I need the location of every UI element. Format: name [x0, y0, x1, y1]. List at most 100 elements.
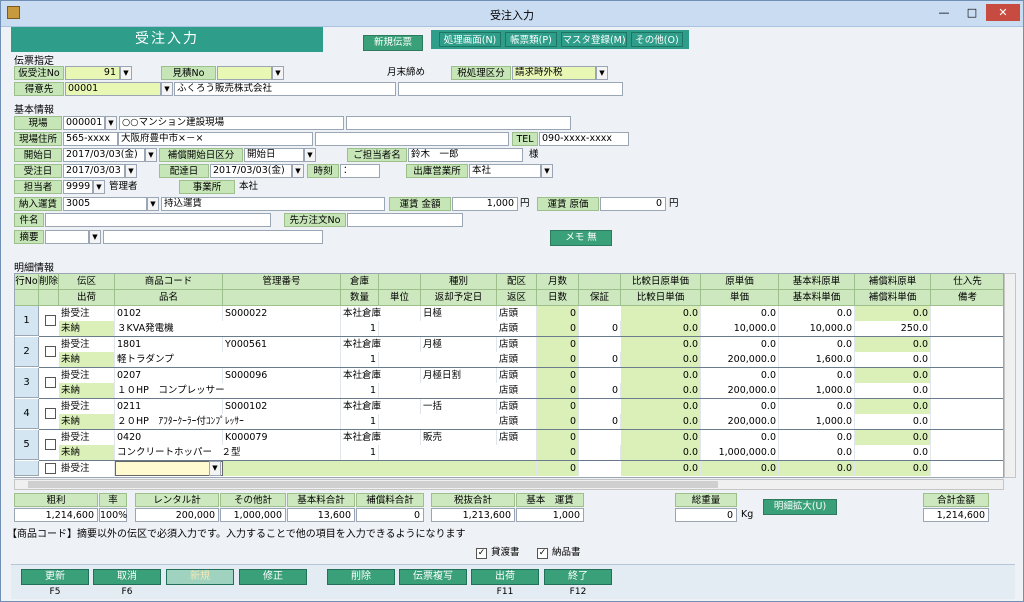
delete-checkbox[interactable]: [45, 346, 56, 357]
new-row-months[interactable]: 0: [537, 461, 579, 476]
row-comp-price[interactable]: 0.0: [855, 445, 931, 460]
footer-button-6[interactable]: 伝票複写: [399, 569, 467, 585]
grid-hscrollbar[interactable]: [14, 479, 1004, 490]
new-row-code-input[interactable]: [115, 461, 223, 476]
row-kind[interactable]: 掛受注: [59, 399, 115, 414]
row-months[interactable]: 0: [537, 337, 579, 352]
row-compare-cost[interactable]: 0.0: [621, 430, 701, 445]
row-type[interactable]: 一括: [421, 399, 497, 414]
row-compare-price[interactable]: 0.0: [621, 321, 701, 336]
row-number[interactable]: 1: [15, 306, 39, 336]
fare-input[interactable]: 1,000: [452, 197, 518, 211]
row-mgmt-no[interactable]: S000022: [223, 306, 341, 321]
row-guarantee[interactable]: [579, 445, 621, 460]
chevron-down-icon[interactable]: ▼: [125, 164, 137, 178]
row-number[interactable]: 5: [15, 430, 39, 460]
tel-input[interactable]: 090-xxxx-xxxx: [539, 132, 629, 146]
chevron-down-icon[interactable]: ▼: [596, 66, 608, 80]
delete-checkbox[interactable]: [45, 315, 56, 326]
row-price[interactable]: 200,000.0: [701, 383, 779, 398]
chevron-down-icon[interactable]: ▼: [161, 82, 173, 96]
chevron-down-icon[interactable]: ▼: [93, 180, 105, 194]
row-mgmt-no[interactable]: Y000561: [223, 337, 341, 352]
row-compare-price[interactable]: 0.0: [621, 383, 701, 398]
chevron-down-icon[interactable]: ▼: [304, 148, 316, 162]
chevron-down-icon[interactable]: ▼: [120, 66, 132, 80]
row-compare-price[interactable]: 0.0: [621, 352, 701, 367]
row-mgmt-no[interactable]: S000102: [223, 399, 341, 414]
row-days[interactable]: 0: [537, 352, 579, 367]
contact-input[interactable]: 鈴木 一郎: [408, 148, 523, 162]
chevron-down-icon[interactable]: ▼: [272, 66, 284, 80]
row-comp-cost[interactable]: 0.0: [855, 306, 931, 321]
chevron-down-icon[interactable]: ▼: [105, 116, 117, 130]
row-return-zone[interactable]: 店頭: [497, 383, 537, 398]
row-warehouse[interactable]: 本社倉庫: [341, 368, 421, 383]
row-comp-cost[interactable]: 0.0: [855, 399, 931, 414]
row-basic-cost[interactable]: 0.0: [779, 399, 855, 414]
delivery-date-input[interactable]: 2017/03/03(金): [210, 164, 292, 178]
row-return-zone[interactable]: 店頭: [497, 321, 537, 336]
cost-input[interactable]: 0: [600, 197, 666, 211]
row-price[interactable]: 1,000,000.0: [701, 445, 779, 460]
row-days[interactable]: 0: [537, 414, 579, 429]
shipping-name-input[interactable]: 持込運賃: [161, 197, 385, 211]
row-supplier[interactable]: [931, 430, 1003, 445]
menu-process[interactable]: 処理画面(N): [439, 32, 501, 47]
row-comp-price[interactable]: 0.0: [855, 352, 931, 367]
row-qty[interactable]: 1: [341, 383, 379, 398]
row-ship-status[interactable]: 未納: [59, 414, 115, 429]
row-supplier[interactable]: [931, 368, 1003, 383]
row-item-name[interactable]: ２０HP ｱﾌﾀｰｸｰﾗｰ付ｺﾝﾌﾟﾚｯｻｰ: [115, 414, 341, 429]
row-compare-price[interactable]: 0.0: [621, 445, 701, 460]
row-basic-price[interactable]: 1,600.0: [779, 352, 855, 367]
row-mgmt-no[interactable]: S000096: [223, 368, 341, 383]
grid-vscrollbar[interactable]: [1004, 273, 1016, 478]
row-qty[interactable]: 1: [341, 445, 379, 460]
row-months[interactable]: 0: [537, 368, 579, 383]
row-days[interactable]: 0: [537, 321, 579, 336]
start-date-input[interactable]: 2017/03/03(金): [63, 148, 145, 162]
row-basic-cost[interactable]: 0.0: [779, 368, 855, 383]
row-qty[interactable]: 1: [341, 321, 379, 336]
row-basic-price[interactable]: 1,000.0: [779, 414, 855, 429]
footer-button-3[interactable]: 新規: [166, 569, 234, 585]
note-code-input[interactable]: [45, 230, 89, 244]
site-code-input[interactable]: 000001: [63, 116, 105, 130]
address-input[interactable]: 大阪府豊中市×－×: [118, 132, 313, 146]
order-date-input[interactable]: 2017/03/03: [63, 164, 125, 178]
new-slip-button[interactable]: 新規伝票: [363, 35, 423, 51]
new-row-compare[interactable]: 0.0: [621, 461, 701, 476]
subject-input[interactable]: [45, 213, 271, 227]
row-kind[interactable]: 掛受注: [59, 368, 115, 383]
row-cost[interactable]: 0.0: [701, 337, 779, 352]
row-warehouse[interactable]: 本社倉庫: [341, 430, 421, 445]
new-row-basic[interactable]: 0.0: [779, 461, 855, 476]
row-guarantee[interactable]: 0: [579, 321, 621, 336]
row-ship-status[interactable]: 未納: [59, 445, 115, 460]
row-zone[interactable]: 店頭: [497, 337, 537, 352]
row-warehouse[interactable]: 本社倉庫: [341, 399, 421, 414]
footer-button-7[interactable]: 出荷: [471, 569, 539, 585]
menu-other[interactable]: その他(O): [631, 32, 683, 47]
menu-reports[interactable]: 帳票類(P): [505, 32, 557, 47]
delete-checkbox[interactable]: [45, 463, 56, 474]
row-compare-cost[interactable]: 0.0: [621, 368, 701, 383]
note-input[interactable]: [103, 230, 323, 244]
close-button[interactable]: ✕: [986, 4, 1020, 21]
row-item-code[interactable]: 0102: [115, 306, 223, 321]
temp-order-input[interactable]: 91: [65, 66, 120, 80]
row-supplier[interactable]: [931, 337, 1003, 352]
row-comp-cost[interactable]: 0.0: [855, 430, 931, 445]
menu-master[interactable]: マスタ登録(M): [561, 32, 627, 47]
row-compare-price[interactable]: 0.0: [621, 414, 701, 429]
comp-start-select[interactable]: 開始日: [244, 148, 304, 162]
row-compare-cost[interactable]: 0.0: [621, 337, 701, 352]
new-row-cost[interactable]: 0.0: [701, 461, 779, 476]
row-mgmt-no[interactable]: K000079: [223, 430, 341, 445]
delete-checkbox[interactable]: [45, 439, 56, 450]
row-item-code[interactable]: 0420: [115, 430, 223, 445]
row-ship-status[interactable]: 未納: [59, 321, 115, 336]
row-days[interactable]: 0: [537, 383, 579, 398]
row-item-name[interactable]: ３KVA発電機: [115, 321, 341, 336]
